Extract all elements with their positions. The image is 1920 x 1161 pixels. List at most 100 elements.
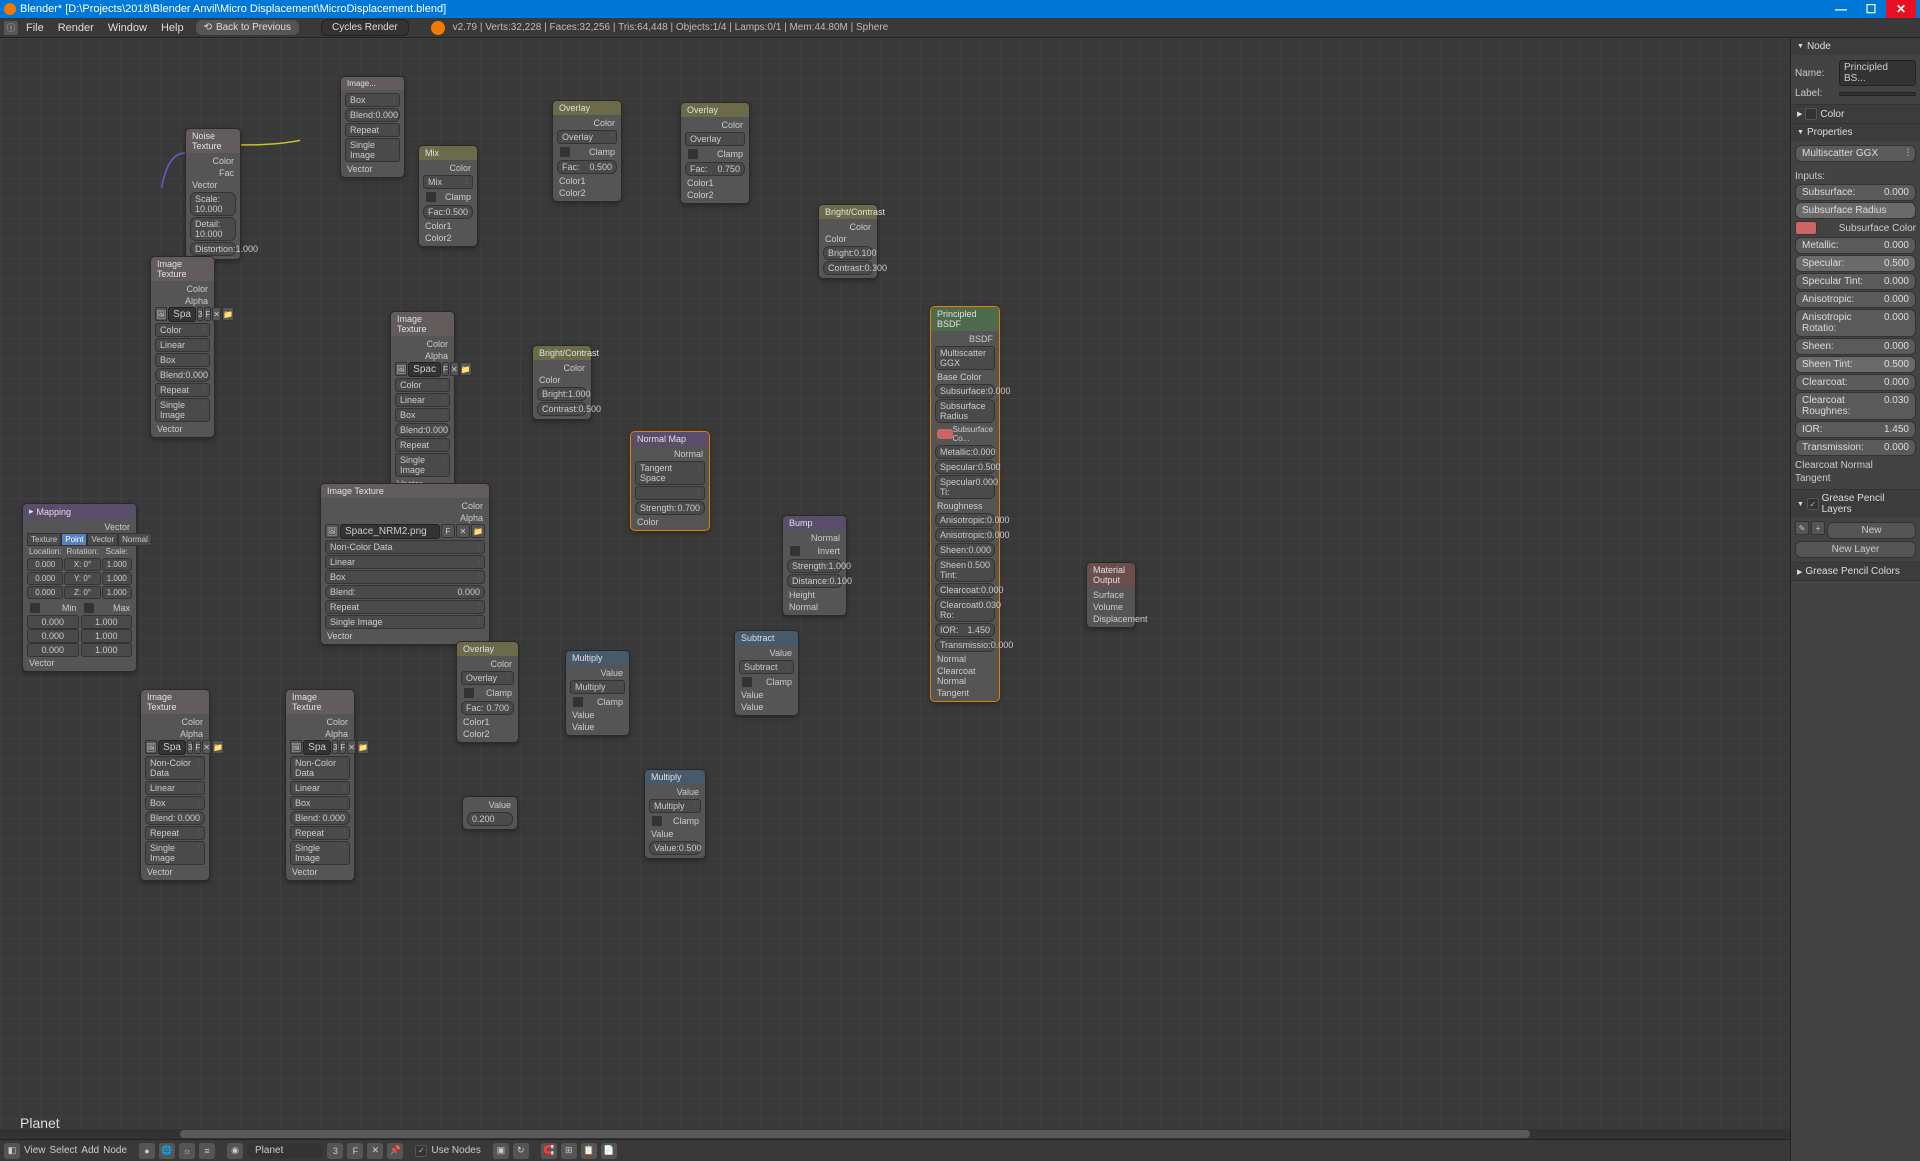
node-editor[interactable]: ▸Mapping Vector Texture Point Vector Nor… — [0, 38, 1790, 1161]
panel-header-gp-colors[interactable]: Grease Pencil Colors — [1791, 563, 1920, 580]
menu-help[interactable]: Help — [155, 20, 190, 36]
menu-add[interactable]: Add — [81, 1145, 99, 1156]
node-brightcontrast-2[interactable]: Bright/Contrast Color Color Bright:0.100… — [818, 204, 878, 279]
back-to-previous-button[interactable]: ⟲ Back to Previous — [196, 20, 299, 35]
prop-subsurfaceradius[interactable]: Subsurface Radius — [1795, 202, 1916, 219]
autorender-icon[interactable]: ↻ — [513, 1143, 529, 1159]
tangent-label: Tangent — [1795, 473, 1916, 484]
prop-metallic[interactable]: Metallic:0.000 — [1795, 237, 1916, 254]
node-image-texture-top[interactable]: Image... Box Blend:0.000 Repeat Single I… — [340, 76, 405, 178]
node-image-texture-2[interactable]: Image Texture Color Alpha 🖼SpacF✕📁 Color… — [390, 311, 455, 493]
node-mix[interactable]: Mix Color Mix Clamp Fac:0.500 Color1 Col… — [418, 145, 478, 247]
noise-scale[interactable]: Scale: 10.000 — [190, 192, 236, 216]
pin-icon[interactable]: 📌 — [387, 1143, 403, 1159]
scene-icon[interactable] — [431, 21, 445, 35]
shader-type-linestyle-icon[interactable]: ≡ — [199, 1143, 215, 1159]
node-image-texture-5[interactable]: Image Texture Color Alpha 🖼Spa3F✕📁 Non-C… — [285, 689, 355, 881]
node-overlay-2[interactable]: Overlay Color Overlay Clamp Fac:0.750 Co… — [680, 102, 750, 204]
panel-node: Node Name:Principled BS... Label: — [1791, 38, 1920, 105]
node-normal-map[interactable]: Normal Map Normal Tangent Space Strength… — [630, 431, 710, 531]
image-browse-icon[interactable]: 🖼 — [155, 307, 167, 321]
menu-window[interactable]: Window — [102, 20, 153, 36]
copy-nodes-icon[interactable]: 📋 — [581, 1143, 597, 1159]
snap-element-icon[interactable]: ⊞ — [561, 1143, 577, 1159]
open-file-icon[interactable]: 📁 — [222, 307, 234, 321]
panel-header-color[interactable]: Color — [1791, 105, 1920, 123]
node-label-input[interactable] — [1839, 92, 1916, 96]
prop-anisotropicrotatio[interactable]: Anisotropic Rotatio:0.000 — [1795, 309, 1916, 337]
prop-ior[interactable]: IOR:1.450 — [1795, 421, 1916, 438]
use-nodes-checkbox[interactable]: ✓ — [415, 1145, 427, 1157]
node-noise-texture[interactable]: Noise Texture Color Fac Vector Scale: 10… — [185, 128, 241, 260]
snap-icon[interactable]: 🧲 — [541, 1143, 557, 1159]
backdrop-toggle-icon[interactable]: ▣ — [493, 1143, 509, 1159]
menu-render[interactable]: Render — [52, 20, 100, 36]
subsurface-color-swatch[interactable] — [1795, 221, 1817, 235]
noise-detail[interactable]: Detail: 10.000 — [190, 217, 236, 241]
node-multiply-2[interactable]: Multiply Value Multiply Clamp Value Valu… — [644, 769, 706, 859]
node-image-texture-4[interactable]: Image Texture Color Alpha 🖼Spa3F✕📁 Non-C… — [140, 689, 210, 881]
node-image-texture-3[interactable]: Image Texture Color Alpha 🖼Space_NRM2.pn… — [320, 483, 490, 645]
panel-grease-pencil-layers: ✓Grease Pencil Layers ✎ + New New Layer — [1791, 490, 1920, 563]
node-material-output[interactable]: Material Output Surface Volume Displacem… — [1086, 562, 1136, 628]
close-button[interactable]: ✕ — [1886, 0, 1916, 18]
collapse-icon: ▸ — [29, 506, 34, 517]
shader-type-lamp-icon[interactable]: ☼ — [179, 1143, 195, 1159]
distribution-dropdown[interactable]: Multiscatter GGX⫶ — [1795, 145, 1916, 162]
node-value[interactable]: Value 0.200 — [462, 796, 518, 830]
node-brightcontrast-1[interactable]: Bright/Contrast Color Color Bright:1.000… — [532, 345, 592, 420]
minimize-button[interactable]: — — [1826, 0, 1856, 18]
prop-speculartint[interactable]: Specular Tint:0.000 — [1795, 273, 1916, 290]
uv-map-dropdown[interactable] — [635, 486, 705, 500]
unlink-button[interactable]: ✕ — [367, 1143, 383, 1159]
prop-transmission[interactable]: Transmission:0.000 — [1795, 439, 1916, 456]
gp-new-layer-button[interactable]: New Layer — [1795, 541, 1916, 558]
editor-type-icon[interactable]: ◧ — [4, 1143, 20, 1159]
node-bump[interactable]: Bump Normal Invert Strength:1.000 Distan… — [782, 515, 847, 616]
node-principled-bsdf[interactable]: Principled BSDF BSDF Multiscatter GGX Ba… — [930, 306, 1000, 702]
prop-sheentint[interactable]: Sheen Tint:0.500 — [1795, 356, 1916, 373]
shader-type-world-icon[interactable]: 🌐 — [159, 1143, 175, 1159]
menu-node[interactable]: Node — [103, 1145, 127, 1156]
menu-view[interactable]: View — [24, 1145, 46, 1156]
menu-file[interactable]: File — [20, 20, 50, 36]
prop-clearcoat[interactable]: Clearcoat:0.000 — [1795, 374, 1916, 391]
prop-sheen[interactable]: Sheen:0.000 — [1795, 338, 1916, 355]
prop-specular[interactable]: Specular:0.500 — [1795, 255, 1916, 272]
panel-properties: Properties Multiscatter GGX⫶ Inputs: Sub… — [1791, 124, 1920, 490]
panel-header-gp-layers[interactable]: ✓Grease Pencil Layers — [1791, 490, 1920, 518]
node-subtract[interactable]: Subtract Value Subtract Clamp Value Valu… — [734, 630, 799, 716]
paste-nodes-icon[interactable]: 📄 — [601, 1143, 617, 1159]
node-overlay-1[interactable]: Overlay Color Overlay Clamp Fac:0.500 Co… — [552, 100, 622, 202]
noise-distortion[interactable]: Distortion:1.000 — [190, 242, 236, 256]
panel-header-properties[interactable]: Properties — [1791, 124, 1920, 141]
node-mapping[interactable]: ▸Mapping Vector Texture Point Vector Nor… — [22, 503, 137, 672]
shader-type-object-icon[interactable]: ● — [139, 1143, 155, 1159]
title-bar: Blender* [D:\Projects\2018\Blender Anvil… — [0, 0, 1920, 18]
panel-color: Color — [1791, 105, 1920, 124]
mapping-type-tabs[interactable]: Texture Point Vector Normal — [27, 533, 132, 546]
panel-grease-pencil-colors: Grease Pencil Colors — [1791, 563, 1920, 581]
node-name-input[interactable]: Principled BS... — [1839, 60, 1916, 86]
maximize-button[interactable]: ☐ — [1856, 0, 1886, 18]
panel-header-node[interactable]: Node — [1791, 38, 1920, 55]
prop-subsurface[interactable]: Subsurface:0.000 — [1795, 184, 1916, 201]
horizontal-scrollbar[interactable] — [0, 1129, 1790, 1139]
node-image-texture-1[interactable]: Image Texture Color Alpha 🖼Spa3F✕📁 Color… — [150, 256, 215, 438]
gp-add-icon[interactable]: + — [1811, 521, 1825, 535]
gp-new-button[interactable]: New — [1827, 522, 1916, 539]
clearcoat-normal-label: Clearcoat Normal — [1795, 460, 1916, 471]
node-overlay-3[interactable]: Overlay Color Overlay Clamp Fac:0.700 Co… — [456, 641, 519, 743]
gp-pencil-icon[interactable]: ✎ — [1795, 521, 1809, 535]
material-icon[interactable]: ◉ — [227, 1143, 243, 1159]
render-engine-dropdown[interactable]: Cycles Render — [321, 19, 409, 36]
material-users[interactable]: 3 — [327, 1143, 343, 1159]
material-name-field[interactable]: Planet — [247, 1143, 323, 1158]
info-header: ⓘ File Render Window Help ⟲ Back to Prev… — [0, 18, 1920, 38]
menu-select[interactable]: Select — [50, 1145, 78, 1156]
fake-user-button[interactable]: F — [347, 1143, 363, 1159]
prop-clearcoatroughnes[interactable]: Clearcoat Roughnes:0.030 — [1795, 392, 1916, 420]
editor-type-icon[interactable]: ⓘ — [4, 21, 18, 35]
prop-anisotropic[interactable]: Anisotropic:0.000 — [1795, 291, 1916, 308]
node-multiply-1[interactable]: Multiply Value Multiply Clamp Value Valu… — [565, 650, 630, 736]
